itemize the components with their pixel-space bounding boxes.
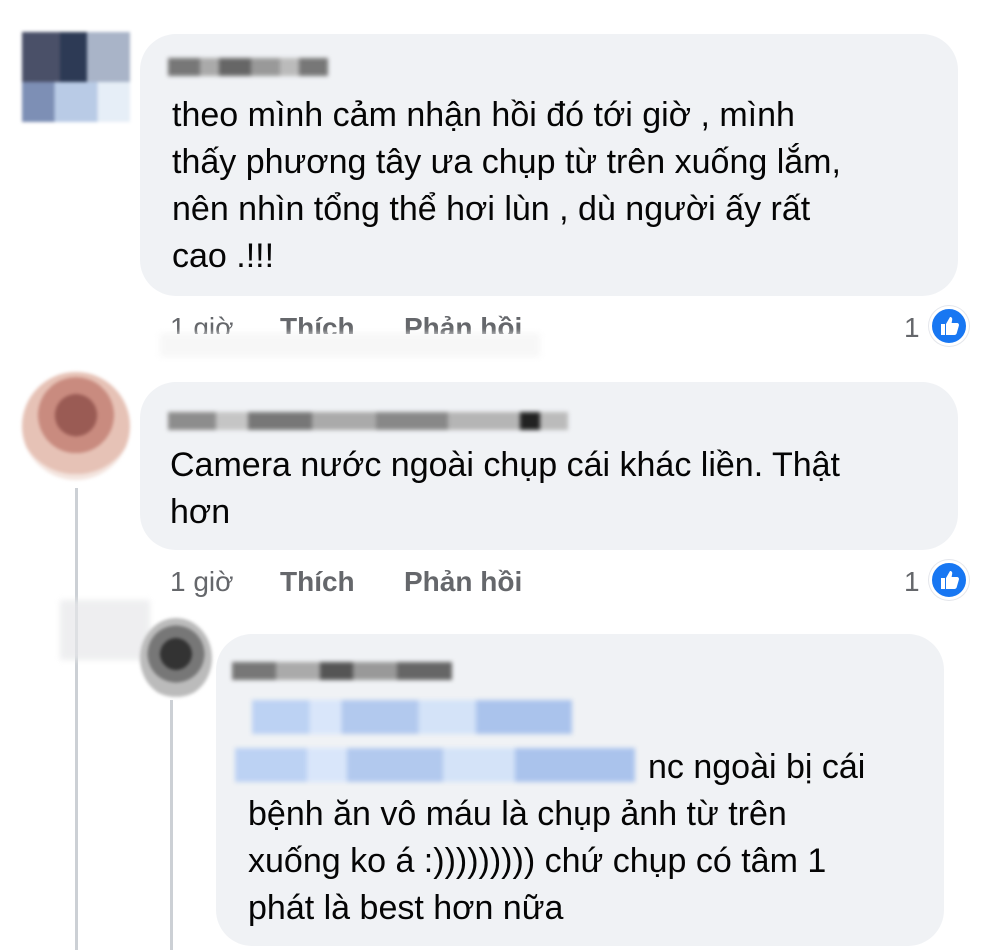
- thumbs-up-icon[interactable]: [929, 306, 969, 346]
- commenter-name[interactable]: [168, 412, 568, 430]
- comment-time[interactable]: 1 giờ: [170, 566, 234, 598]
- commenter-name[interactable]: [232, 662, 452, 680]
- blurred-strip: [60, 600, 150, 660]
- avatar[interactable]: [22, 372, 130, 480]
- reply-button[interactable]: Phản hồi: [404, 566, 522, 598]
- thumbs-up-icon[interactable]: [929, 560, 969, 600]
- like-count: 1: [904, 566, 920, 597]
- blurred-strip: [160, 333, 540, 357]
- commenter-name[interactable]: [168, 58, 328, 76]
- like-count: 1: [904, 312, 920, 343]
- reply-thread-line: [170, 700, 173, 950]
- thread-line: [75, 488, 78, 950]
- comment-text: Camera nước ngoài chụp cái khác liền. Th…: [170, 446, 841, 531]
- like-button[interactable]: Thích: [280, 566, 355, 598]
- mention-tag[interactable]: [252, 700, 572, 734]
- avatar[interactable]: [140, 618, 212, 698]
- comment-text: nc ngoài bị cái bệnh ăn vô máu là chụp ả…: [248, 748, 866, 927]
- comment-text: theo mình cảm nhận hồi đó tới giờ , mình…: [172, 96, 841, 275]
- avatar[interactable]: [22, 32, 130, 122]
- comment-time[interactable]: 1 giờ: [170, 312, 234, 334]
- like-button[interactable]: Thích: [280, 312, 355, 334]
- reply-button[interactable]: Phản hồi: [404, 312, 522, 334]
